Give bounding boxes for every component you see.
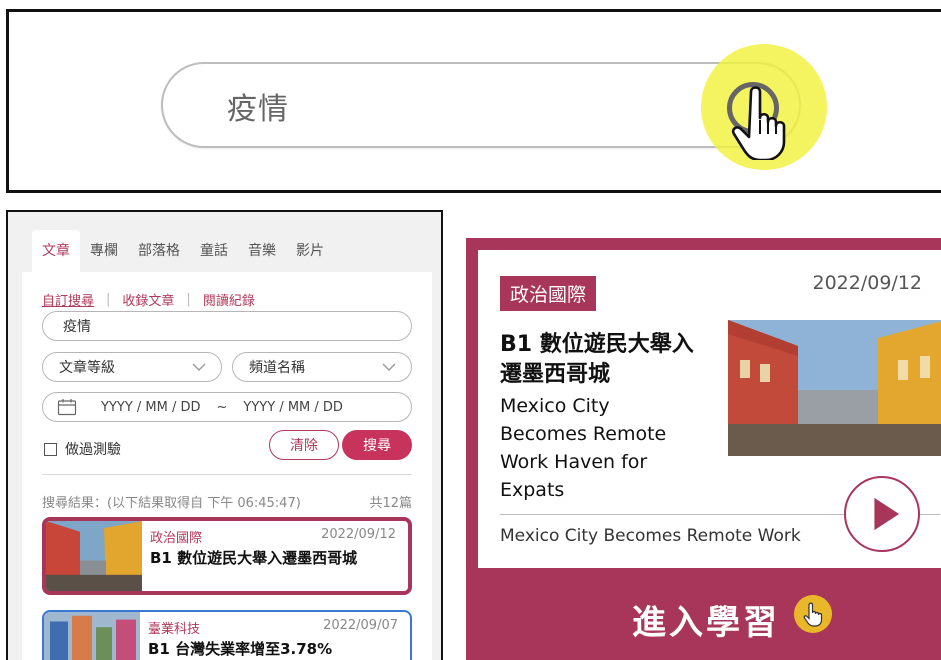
date-to[interactable]: YYYY / MM / DD <box>243 400 343 415</box>
clear-button[interactable]: 清除 <box>269 430 339 460</box>
date-range-field[interactable]: YYYY / MM / DD ~ YYYY / MM / DD <box>42 392 412 422</box>
search-button[interactable]: 搜尋 <box>342 430 412 460</box>
article-date: 2022/09/12 <box>812 272 922 294</box>
quiz-checkbox[interactable] <box>44 442 57 456</box>
tab-blogs[interactable]: 部落格 <box>128 230 190 272</box>
search-form-card: 自訂搜尋 | 收錄文章 | 閱讀紀錄 疫情 文章等級 頻道名稱 YYYY / M… <box>22 272 432 660</box>
custom-search-link[interactable]: 自訂搜尋 <box>42 290 94 309</box>
result-date: 2022/09/07 <box>323 618 398 633</box>
quiz-label: 做過測驗 <box>65 442 121 458</box>
saved-articles-link[interactable]: 收錄文章 <box>122 290 174 309</box>
quiz-filter[interactable]: 做過測驗 <box>44 439 121 459</box>
date-separator: ~ <box>216 399 228 415</box>
date-from[interactable]: YYYY / MM / DD <box>101 400 201 415</box>
result-date: 2022/09/12 <box>321 527 396 542</box>
tab-columns[interactable]: 專欄 <box>80 230 128 272</box>
search-mode-links: 自訂搜尋 | 收錄文章 | 閱讀紀錄 <box>42 290 255 309</box>
result-count: 共12篇 <box>369 496 412 511</box>
article-preview-card: 政治國際 2022/09/12 B1 數位遊民大舉入遷墨西哥城 Mexico C… <box>478 250 941 568</box>
tab-videos[interactable]: 影片 <box>286 230 334 272</box>
article-photo <box>728 320 941 456</box>
result-thumbnail <box>44 612 140 660</box>
article-title-zh: B1 數位遊民大舉入遷墨西哥城 <box>500 332 694 387</box>
search-input-value: 疫情 <box>63 319 91 335</box>
result-title: B1 數位遊民大舉入遷墨西哥城 <box>150 549 358 567</box>
hand-cursor-icon <box>794 595 832 633</box>
channel-select-value: 頻道名稱 <box>249 360 305 376</box>
result-category: 政治國際 <box>150 531 203 546</box>
tab-music[interactable]: 音樂 <box>238 230 286 272</box>
link-separator: | <box>106 292 111 307</box>
calendar-icon <box>57 399 77 416</box>
zoomed-search-panel: 疫情 <box>6 9 941 193</box>
reading-history-link[interactable]: 閱讀紀錄 <box>203 290 255 309</box>
search-input[interactable]: 疫情 <box>42 311 412 341</box>
tab-articles[interactable]: 文章 <box>32 230 80 272</box>
content-tabs: 文章 專欄 部落格 童話 音樂 影片 <box>32 230 334 272</box>
channel-select[interactable]: 頻道名稱 <box>232 352 412 382</box>
result-thumbnail <box>46 521 142 591</box>
enter-learning-button[interactable]: 進入學習 <box>632 594 780 644</box>
level-select-value: 文章等級 <box>59 360 115 376</box>
result-category: 臺業科技 <box>148 622 201 637</box>
article-summary: Mexico City Becomes Remote Work <box>500 526 801 546</box>
zoomed-search-text: 疫情 <box>227 92 289 127</box>
chevron-down-icon <box>192 363 206 371</box>
article-preview-panel: 政治國際 2022/09/12 B1 數位遊民大舉入遷墨西哥城 Mexico C… <box>466 238 941 660</box>
result-card[interactable]: 政治國際 2022/09/12 B1 數位遊民大舉入遷墨西哥城 <box>42 517 412 595</box>
play-icon[interactable] <box>844 476 920 552</box>
result-info: 搜尋結果：(以下結果取得自 下午 06:45:47) <box>42 496 301 511</box>
search-app-panel: 文章 專欄 部落格 童話 音樂 影片 自訂搜尋 | 收錄文章 | 閱讀紀錄 疫情… <box>6 210 443 660</box>
tab-fairy-tales[interactable]: 童話 <box>190 230 238 272</box>
hand-cursor-icon <box>731 86 786 160</box>
result-card[interactable]: 臺業科技 2022/09/07 B1 台灣失業率增至3.78% <box>42 610 412 660</box>
divider <box>42 474 412 475</box>
category-badge: 政治國際 <box>500 276 597 311</box>
level-select[interactable]: 文章等級 <box>42 352 222 382</box>
result-title: B1 台灣失業率增至3.78% <box>148 640 333 658</box>
link-separator: | <box>186 292 191 307</box>
article-title-en: Mexico City Becomes Remote Work Haven fo… <box>500 395 667 501</box>
chevron-down-icon <box>382 363 396 371</box>
